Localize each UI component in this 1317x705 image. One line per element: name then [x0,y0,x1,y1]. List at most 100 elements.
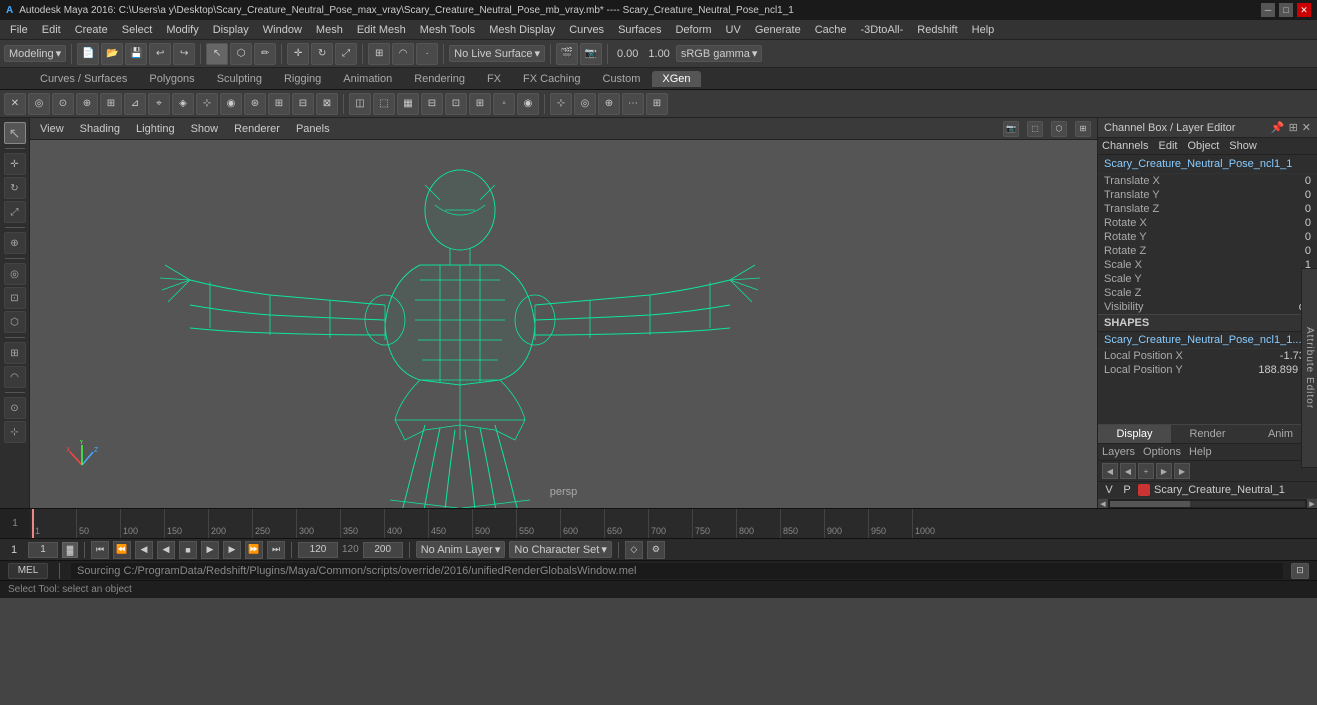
channels-menu[interactable]: Channels [1102,140,1148,152]
snap-curve[interactable]: ◠ [4,366,26,388]
tab-polygons[interactable]: Polygons [139,71,204,87]
menu-edit-mesh[interactable]: Edit Mesh [351,23,412,37]
attribute-editor-tab[interactable]: Attribute Editor [1301,268,1317,468]
tab-rigging[interactable]: Rigging [274,71,331,87]
viewport-content[interactable]: Z X Y persp [30,140,1097,508]
tab-sculpting[interactable]: Sculpting [207,71,272,87]
tb2-icon-10[interactable]: ◉ [220,93,242,115]
new-scene-button[interactable]: 📄 [77,43,99,65]
tab-custom[interactable]: Custom [593,71,651,87]
tb2-icon-11[interactable]: ⊛ [244,93,266,115]
channel-visibility[interactable]: Visibility on [1098,300,1317,314]
tab-animation[interactable]: Animation [333,71,402,87]
lasso-tool[interactable]: ⬡ [4,311,26,333]
scroll-left-arrow[interactable]: ◀ [1098,499,1108,509]
rotate-tool[interactable]: ↻ [4,177,26,199]
menu-mesh-tools[interactable]: Mesh Tools [414,23,481,37]
color-space-dropdown[interactable]: sRGB gamma ▾ [676,45,763,62]
menu-3dto-all[interactable]: -3DtoAll- [855,23,910,37]
vp-menu-shading[interactable]: Shading [76,123,124,135]
pin-icon[interactable]: 📌 [1271,121,1285,134]
menu-help[interactable]: Help [966,23,1001,37]
layer-playback-p[interactable]: P [1120,484,1134,496]
open-scene-button[interactable]: 📂 [101,43,123,65]
menu-generate[interactable]: Generate [749,23,807,37]
menu-modify[interactable]: Modify [160,23,204,37]
layer-visibility-v[interactable]: V [1102,484,1116,496]
tab-curves-surfaces[interactable]: Curves / Surfaces [30,71,137,87]
channel-scale-y[interactable]: Scale Y 1 [1098,272,1317,286]
menu-mesh-display[interactable]: Mesh Display [483,23,561,37]
maximize-button[interactable]: □ [1279,3,1293,17]
frame-input[interactable] [28,542,58,558]
tb2-icon-18[interactable]: ⊟ [421,93,443,115]
tab-fx[interactable]: FX [477,71,511,87]
layers-help-menu[interactable]: Help [1189,446,1212,458]
layer-color-swatch[interactable] [1138,484,1150,496]
tb2-icon-8[interactable]: ◈ [172,93,194,115]
anim-layer-dropdown[interactable]: No Anim Layer ▾ [416,541,506,558]
menu-deform[interactable]: Deform [669,23,717,37]
tb2-icon-16[interactable]: ⬚ [373,93,395,115]
tb2-icon-17[interactable]: ▦ [397,93,419,115]
tb2-icon-12[interactable]: ⊞ [268,93,290,115]
move-tool[interactable]: ✛ [4,153,26,175]
scroll-track[interactable] [1110,501,1305,507]
play-forward-button[interactable]: ▶ [201,541,219,559]
tb2-icon-22[interactable]: ◉ [517,93,539,115]
undo-button[interactable]: ↩ [149,43,171,65]
close-button[interactable]: ✕ [1297,3,1311,17]
tb2-icon-15[interactable]: ◫ [349,93,371,115]
render-button[interactable]: 🎬 [556,43,578,65]
next-key-button[interactable]: ⏩ [245,541,263,559]
menu-surfaces[interactable]: Surfaces [612,23,667,37]
stop-button[interactable]: ■ [179,541,197,559]
layers-scroll-left2[interactable]: ◀ [1120,463,1136,479]
lasso-tool-button[interactable]: ⬡ [230,43,252,65]
panel-tool[interactable]: ⊹ [4,421,26,443]
vp-tb-smooth[interactable]: ⬡ [1051,121,1067,137]
menu-cache[interactable]: Cache [809,23,853,37]
tb2-icon-21[interactable]: ◦ [493,93,515,115]
scroll-thumb[interactable] [1110,501,1190,507]
close-panel-icon[interactable]: ✕ [1302,121,1311,134]
workspace-dropdown[interactable]: Modeling ▾ [4,45,66,62]
select-tool[interactable]: ↖ [4,122,26,144]
sculpt-tool[interactable]: ⊡ [4,287,26,309]
play-back-button[interactable]: ◀ [157,541,175,559]
keyframe-button[interactable]: ◇ [625,541,643,559]
channel-translate-z[interactable]: Translate Z 0 [1098,202,1317,216]
snap-curve-button[interactable]: ◠ [392,43,414,65]
channel-translate-x[interactable]: Translate X 0 [1098,174,1317,188]
tb2-icon-2[interactable]: ◎ [28,93,50,115]
anim-end-input[interactable] [363,542,403,558]
soft-sel-tool[interactable]: ◎ [4,263,26,285]
edit-menu[interactable]: Edit [1158,140,1177,152]
move-tool-button[interactable]: ✛ [287,43,309,65]
tb2-icon-25[interactable]: ⊕ [598,93,620,115]
tab-display[interactable]: Display [1098,425,1171,443]
tab-xgen[interactable]: XGen [652,71,700,87]
paint-sel-button[interactable]: ✏ [254,43,276,65]
show-manip-tool[interactable]: ⊕ [4,232,26,254]
snap-grid-button[interactable]: ⊞ [368,43,390,65]
tb2-icon-3[interactable]: ⊙ [52,93,74,115]
tb2-icon-23[interactable]: ⊹ [550,93,572,115]
show-menu[interactable]: Show [1229,140,1257,152]
tab-fx-caching[interactable]: FX Caching [513,71,590,87]
menu-create[interactable]: Create [69,23,114,37]
minimize-button[interactable]: ─ [1261,3,1275,17]
menu-uv[interactable]: UV [720,23,747,37]
tb2-icon-19[interactable]: ⊡ [445,93,467,115]
resize-icon[interactable]: ⊞ [1289,121,1298,134]
tb2-icon-9[interactable]: ⊹ [196,93,218,115]
layers-scroll-right2[interactable]: ▶ [1174,463,1190,479]
menu-curves[interactable]: Curves [563,23,610,37]
vp-tb-grid[interactable]: ⊞ [1075,121,1091,137]
camera-tool[interactable]: ⊙ [4,397,26,419]
menu-display[interactable]: Display [207,23,255,37]
vp-menu-show[interactable]: Show [187,123,223,135]
layers-options-menu[interactable]: Options [1143,446,1181,458]
layers-scrollbar[interactable]: ◀ ▶ [1098,498,1317,508]
vp-tb-cam[interactable]: 📷 [1003,121,1019,137]
